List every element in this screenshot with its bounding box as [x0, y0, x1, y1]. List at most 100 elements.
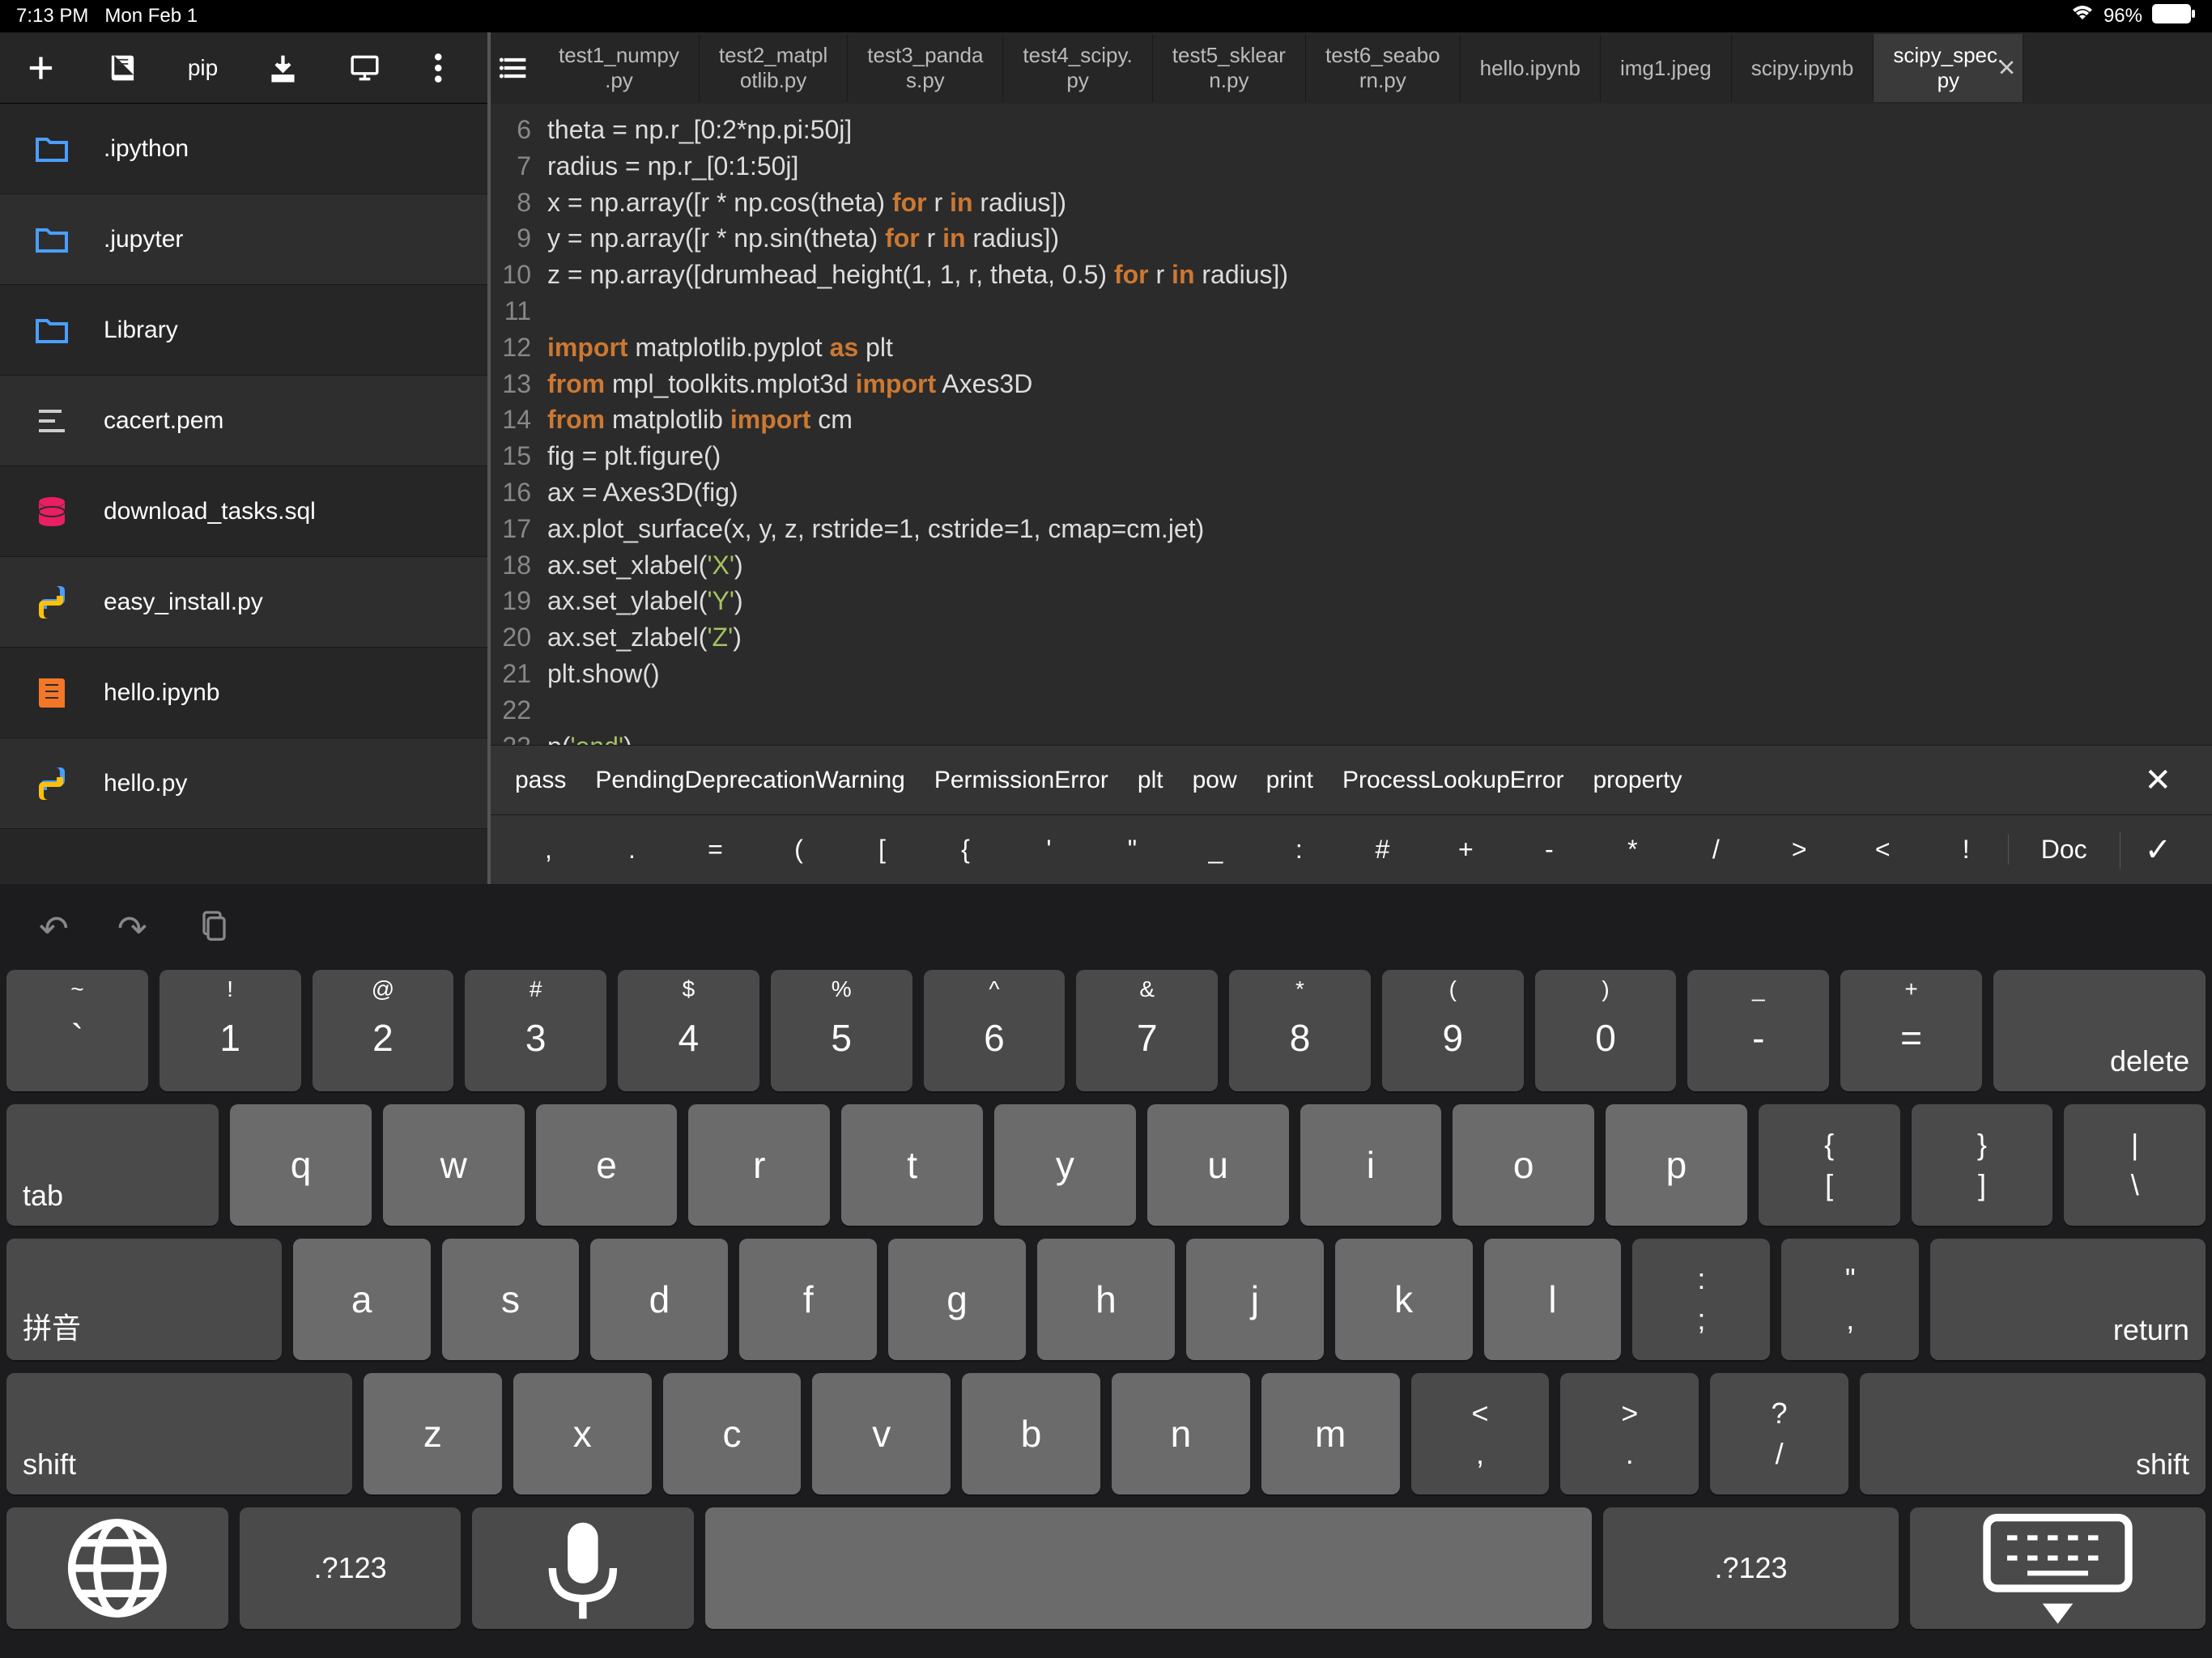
pip-button[interactable]: pip: [188, 55, 218, 81]
symbol-key[interactable]: =: [674, 835, 757, 865]
symbol-key[interactable]: >: [1758, 835, 1841, 865]
key[interactable]: $4: [618, 970, 759, 1091]
symbol-key[interactable]: !: [1925, 835, 2008, 865]
tab-list-icon[interactable]: [491, 52, 539, 84]
mic-key[interactable]: [472, 1507, 694, 1629]
suggestion[interactable]: property: [1593, 767, 1682, 794]
file-item[interactable]: .jupyter: [0, 194, 487, 285]
file-item[interactable]: hello.py: [0, 738, 487, 829]
key[interactable]: |\: [2064, 1104, 2206, 1226]
key[interactable]: +=: [1840, 970, 1982, 1091]
symbol-key[interactable]: ,: [507, 835, 590, 865]
symbol-key[interactable]: -: [1508, 835, 1591, 865]
space-key[interactable]: [705, 1507, 1592, 1629]
shift-key[interactable]: shift: [1860, 1373, 2206, 1494]
tab[interactable]: img1.jpeg: [1601, 34, 1732, 102]
key[interactable]: g: [888, 1239, 1026, 1360]
symbol-key[interactable]: .: [590, 835, 674, 865]
key[interactable]: >.: [1560, 1373, 1699, 1494]
suggestion[interactable]: PermissionError: [934, 767, 1108, 794]
symbol-key[interactable]: _: [1174, 835, 1257, 865]
symbol-key[interactable]: <: [1841, 835, 1925, 865]
file-item[interactable]: Library: [0, 285, 487, 376]
key[interactable]: _-: [1687, 970, 1829, 1091]
globe-key[interactable]: [6, 1507, 228, 1629]
suggestion[interactable]: PendingDeprecationWarning: [595, 767, 904, 794]
file-item[interactable]: .ipython: [0, 104, 487, 194]
key[interactable]: z: [364, 1373, 502, 1494]
key[interactable]: ?/: [1710, 1373, 1848, 1494]
key[interactable]: b: [962, 1373, 1100, 1494]
dismiss-keyboard-key[interactable]: [1910, 1507, 2206, 1629]
key[interactable]: q: [230, 1104, 372, 1226]
return-key[interactable]: return: [1930, 1239, 2206, 1360]
suggestion[interactable]: print: [1266, 767, 1313, 794]
key[interactable]: c: [663, 1373, 802, 1494]
doc-button[interactable]: Doc: [2008, 835, 2120, 865]
numeric-key[interactable]: .?123: [1603, 1507, 1899, 1629]
key[interactable]: #3: [465, 970, 606, 1091]
file-item[interactable]: easy_install.py: [0, 557, 487, 648]
tab[interactable]: test2_matplotlib.py: [700, 34, 848, 102]
key[interactable]: o: [1453, 1104, 1594, 1226]
symbol-key[interactable]: [: [840, 835, 924, 865]
key[interactable]: p: [1606, 1104, 1747, 1226]
redo-icon[interactable]: ↷: [117, 908, 147, 950]
key[interactable]: &7: [1076, 970, 1218, 1091]
symbol-key[interactable]: {: [924, 835, 1007, 865]
pinyin-key[interactable]: 拼音: [6, 1239, 282, 1360]
symbol-key[interactable]: +: [1424, 835, 1508, 865]
key[interactable]: u: [1147, 1104, 1289, 1226]
key[interactable]: !1: [160, 970, 301, 1091]
key[interactable]: @2: [313, 970, 454, 1091]
clipboard-icon[interactable]: [196, 907, 228, 951]
key[interactable]: (9: [1382, 970, 1524, 1091]
suggestion[interactable]: ProcessLookupError: [1342, 767, 1563, 794]
key[interactable]: t: [841, 1104, 983, 1226]
delete-key[interactable]: delete: [1993, 970, 2206, 1091]
more-icon[interactable]: [430, 49, 463, 87]
key[interactable]: :;: [1632, 1239, 1770, 1360]
key[interactable]: k: [1335, 1239, 1473, 1360]
suggestion[interactable]: plt: [1138, 767, 1163, 794]
file-item[interactable]: hello.ipynb: [0, 648, 487, 738]
key[interactable]: }]: [1912, 1104, 2053, 1226]
tab[interactable]: test5_sklearn.py: [1153, 34, 1306, 102]
symbol-key[interactable]: ": [1091, 835, 1174, 865]
key[interactable]: n: [1112, 1373, 1250, 1494]
key[interactable]: <,: [1411, 1373, 1550, 1494]
key[interactable]: *8: [1229, 970, 1371, 1091]
tab[interactable]: hello.ipynb: [1461, 34, 1601, 102]
key[interactable]: ~`: [6, 970, 148, 1091]
undo-icon[interactable]: ↶: [39, 908, 69, 950]
check-icon[interactable]: ✓: [2120, 831, 2197, 869]
key[interactable]: r: [688, 1104, 830, 1226]
close-icon[interactable]: ✕: [2128, 762, 2188, 799]
key[interactable]: m: [1261, 1373, 1400, 1494]
key[interactable]: e: [536, 1104, 678, 1226]
key[interactable]: y: [994, 1104, 1136, 1226]
key[interactable]: l: [1484, 1239, 1622, 1360]
key[interactable]: a: [293, 1239, 431, 1360]
key[interactable]: %5: [771, 970, 912, 1091]
monitor-icon[interactable]: [348, 49, 381, 87]
tab[interactable]: test4_scipy.py: [1003, 34, 1152, 102]
file-item[interactable]: download_tasks.sql: [0, 466, 487, 557]
shift-key[interactable]: shift: [6, 1373, 352, 1494]
symbol-key[interactable]: :: [1257, 835, 1341, 865]
tab-active[interactable]: scipy_spec.py ✕: [1874, 34, 2023, 102]
numeric-key[interactable]: .?123: [240, 1507, 462, 1629]
key[interactable]: h: [1037, 1239, 1175, 1360]
symbol-key[interactable]: (: [757, 835, 840, 865]
suggestion[interactable]: pow: [1193, 767, 1237, 794]
key[interactable]: {[: [1759, 1104, 1900, 1226]
key[interactable]: f: [739, 1239, 877, 1360]
tab[interactable]: test1_numpy.py: [539, 34, 700, 102]
key[interactable]: x: [513, 1373, 652, 1494]
tab[interactable]: test3_pandas.py: [848, 34, 1003, 102]
key[interactable]: i: [1300, 1104, 1442, 1226]
symbol-key[interactable]: #: [1341, 835, 1424, 865]
key[interactable]: j: [1186, 1239, 1324, 1360]
close-icon[interactable]: ✕: [1997, 55, 2016, 82]
key[interactable]: v: [812, 1373, 951, 1494]
